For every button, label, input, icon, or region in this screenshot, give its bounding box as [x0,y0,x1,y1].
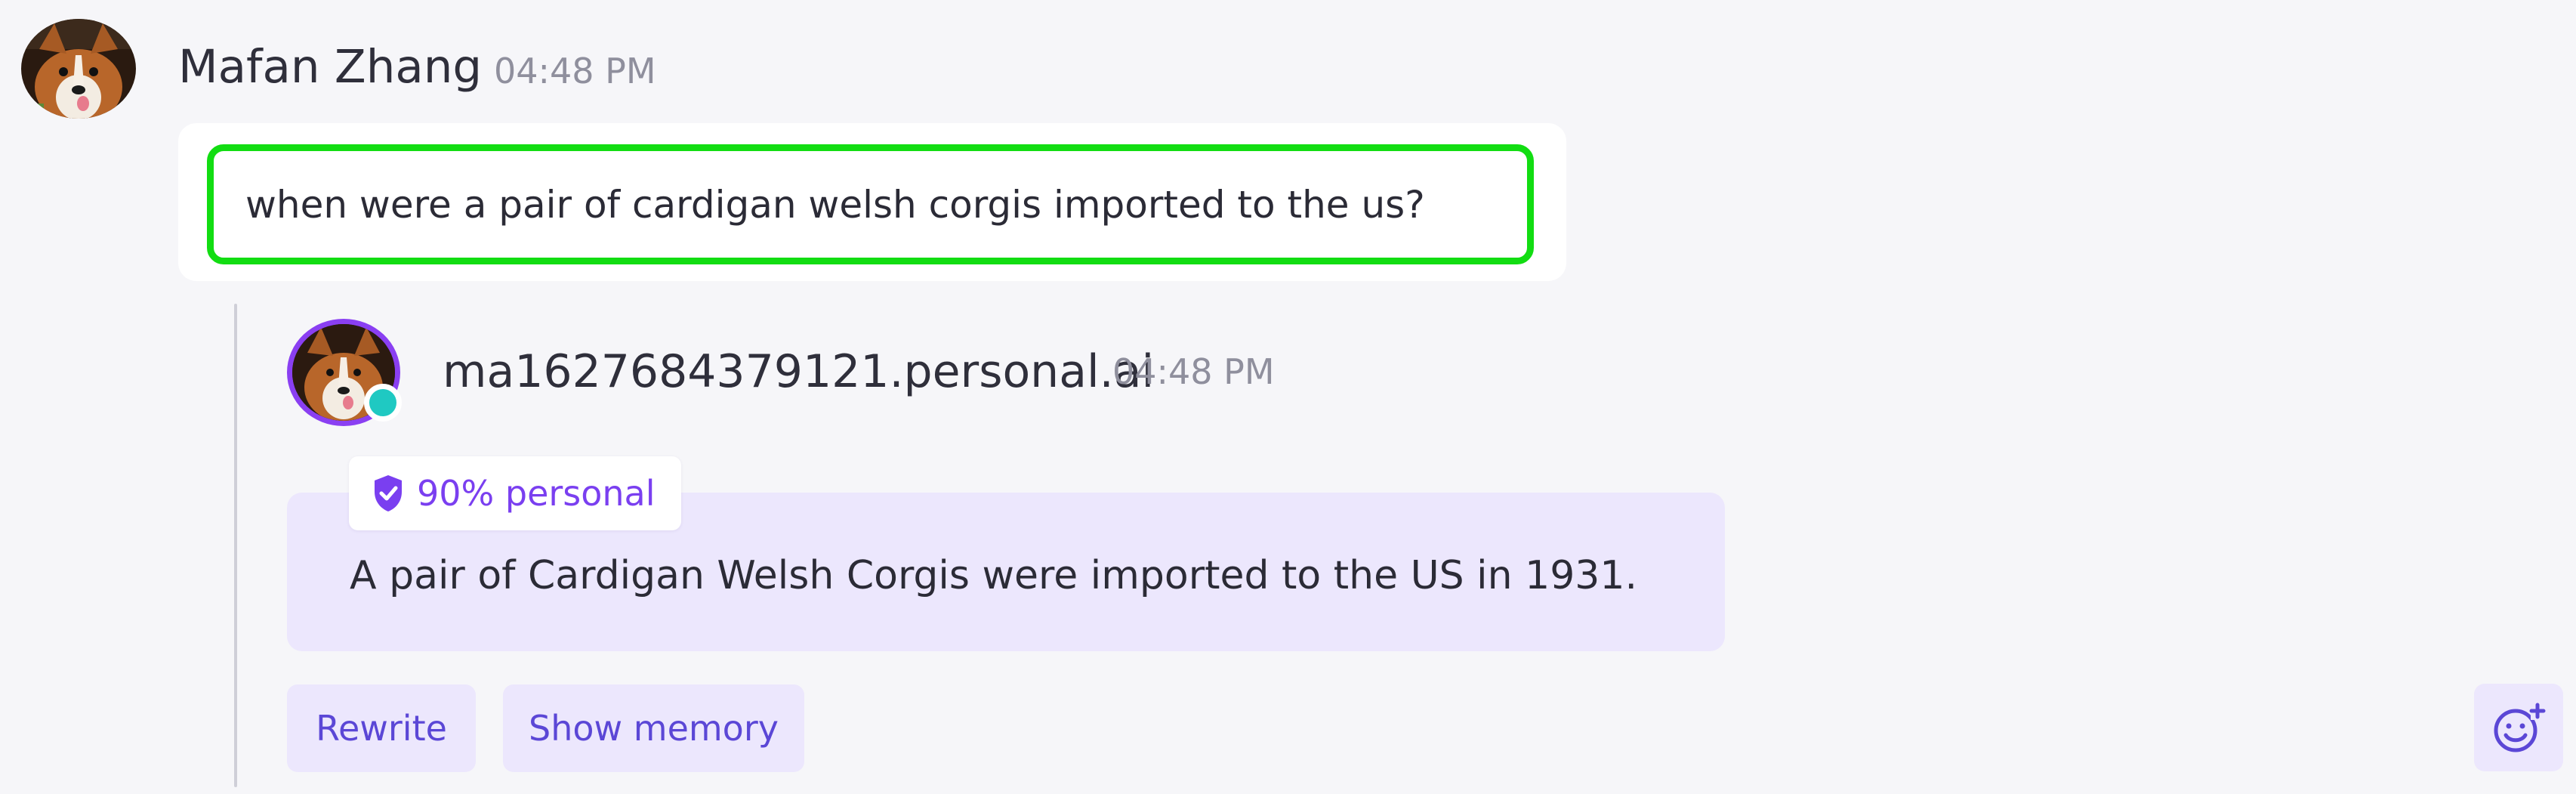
corgi-photo [21,19,136,119]
rewrite-button[interactable]: Rewrite [287,684,476,772]
personal-score-label: 90% personal [417,473,656,514]
user-avatar[interactable] [21,19,136,119]
personal-score-badge[interactable]: 90% personal [349,456,681,530]
user-name: Mafan Zhang [178,40,483,94]
add-emoji-icon [2494,703,2546,752]
thread-line [234,304,237,787]
ai-avatar[interactable] [287,319,402,426]
ai-timestamp: 04:48 PM [1112,351,1275,392]
ai-name: ma1627684379121.personal.ai [443,345,1155,398]
user-message-text: when were a pair of cardigan welsh corgi… [245,182,1425,227]
add-reaction-button[interactable] [2474,684,2563,771]
user-timestamp: 04:48 PM [494,51,656,91]
user-message-highlight[interactable]: when were a pair of cardigan welsh corgi… [207,144,1534,264]
shield-check-icon [375,475,402,511]
online-status-dot [364,384,402,422]
ai-answer-text: A pair of Cardigan Welsh Corgis were imp… [350,553,1637,598]
show-memory-button[interactable]: Show memory [503,684,804,772]
